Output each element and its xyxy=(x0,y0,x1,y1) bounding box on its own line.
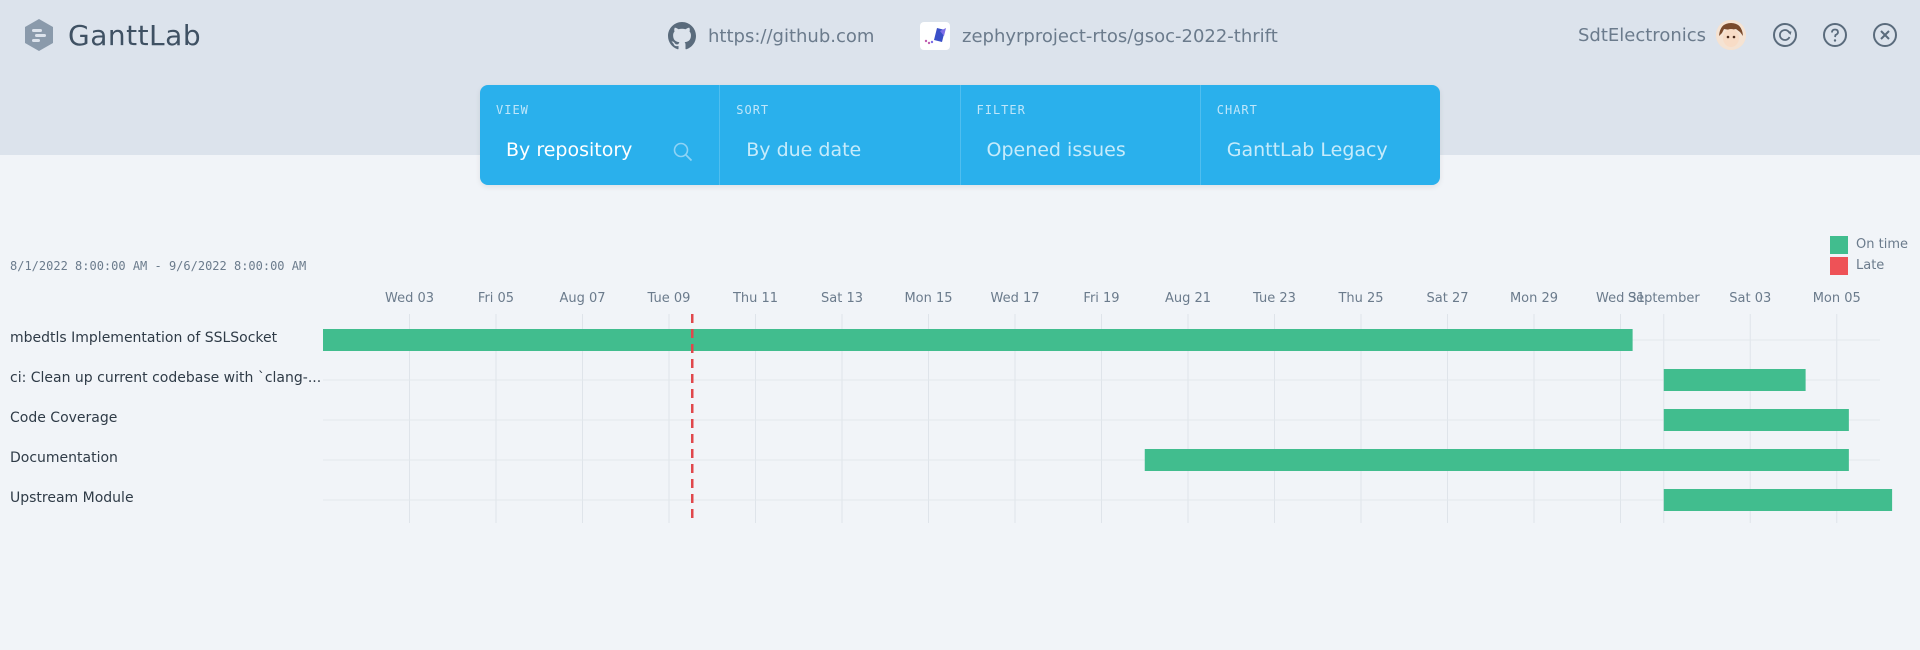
tick-label: Tue 23 xyxy=(1252,291,1296,306)
search-icon[interactable] xyxy=(672,141,694,163)
tick-label: Mon 05 xyxy=(1813,291,1861,306)
brand[interactable]: GanttLab xyxy=(24,18,201,52)
legend-label-late: Late xyxy=(1856,258,1885,273)
tick-label: Wed 03 xyxy=(385,291,434,306)
task-bar xyxy=(1144,449,1849,471)
avatar-image xyxy=(1716,20,1747,50)
options-toolbar: VIEW By repository SORT By due date FILT… xyxy=(480,85,1440,185)
source-url: https://github.com xyxy=(708,25,875,47)
legend-swatch-late xyxy=(1830,256,1848,275)
github-icon xyxy=(668,22,696,50)
repository-name: zephyrproject-rtos/gsoc-2022-thrift xyxy=(962,25,1278,47)
filter-value: Opened issues xyxy=(986,139,1126,161)
sort-selector[interactable]: SORT By due date xyxy=(720,85,961,185)
tick-label: September xyxy=(1628,291,1701,306)
tick-label: Sat 27 xyxy=(1427,291,1469,306)
date-range: 8/1/2022 8:00:00 AM - 9/6/2022 8:00:00 A… xyxy=(10,259,307,273)
repository-avatar xyxy=(920,22,950,50)
app-name: GanttLab xyxy=(68,18,202,52)
task-title[interactable]: mbedtls Implementation of SSLSocket xyxy=(10,330,277,346)
tick-label: Thu 25 xyxy=(1337,291,1383,306)
repository-logo-icon xyxy=(924,28,946,45)
tick-label: Sat 13 xyxy=(821,291,863,306)
chart-label: CHART xyxy=(1216,103,1258,117)
tick-label: Thu 11 xyxy=(732,291,778,306)
user-name: SdtElectronics xyxy=(1578,24,1707,46)
legend-item-on-time: On time xyxy=(1830,234,1908,255)
gantt-chart: Wed 03 Fri 05 Aug 07 Tue 09 Thu 11 Sat 13 Mon … xyxy=(0,280,1920,544)
tick-label: Fri 19 xyxy=(1083,291,1119,306)
tick-label: Tue 09 xyxy=(647,291,691,306)
help-icon[interactable] xyxy=(1822,22,1848,48)
chart-value: GanttLab Legacy xyxy=(1226,139,1388,161)
sort-label: SORT xyxy=(736,103,770,117)
close-icon[interactable] xyxy=(1872,22,1898,48)
filter-selector[interactable]: FILTER Opened issues xyxy=(961,85,1201,185)
legend-item-late: Late xyxy=(1830,255,1908,276)
task-bar xyxy=(1663,369,1806,391)
sort-value: By due date xyxy=(746,139,862,161)
task-bar xyxy=(323,329,1633,351)
task-title[interactable]: ci: Clean up current codebase with `clan… xyxy=(10,370,321,386)
tick-label: Aug 21 xyxy=(1165,291,1211,306)
tick-label: Mon 29 xyxy=(1510,291,1558,306)
tick-label: Aug 07 xyxy=(559,291,605,306)
view-value: By repository xyxy=(506,139,633,161)
user-menu[interactable]: SdtElectronics xyxy=(1578,20,1747,50)
gantt-svg: Wed 03 Fri 05 Aug 07 Tue 09 Thu 11 Sat 13 Mon … xyxy=(323,291,1893,523)
view-label: VIEW xyxy=(496,103,529,117)
task-bar xyxy=(1663,489,1893,511)
chart-selector[interactable]: CHART GanttLab Legacy xyxy=(1201,85,1440,185)
legend-swatch-on-time xyxy=(1830,235,1848,254)
user-avatar xyxy=(1716,20,1747,50)
tick-label: Fri 05 xyxy=(478,291,514,306)
task-title[interactable]: Code Coverage xyxy=(10,410,117,426)
task-title[interactable]: Documentation xyxy=(10,450,118,466)
source-link[interactable]: https://github.com xyxy=(668,22,874,50)
legend-label-on-time: On time xyxy=(1856,237,1908,252)
repository-link[interactable]: zephyrproject-rtos/gsoc-2022-thrift xyxy=(920,22,1278,50)
legend: On time Late xyxy=(1830,234,1908,276)
view-selector[interactable]: VIEW By repository xyxy=(480,85,721,185)
task-title[interactable]: Upstream Module xyxy=(10,490,134,506)
tick-label: Wed 17 xyxy=(990,291,1039,306)
refresh-icon[interactable] xyxy=(1772,22,1798,48)
tick-label: Sat 03 xyxy=(1729,291,1771,306)
ganttlab-logo-icon xyxy=(25,19,53,51)
tick-label: Mon 15 xyxy=(904,291,952,306)
task-bar xyxy=(1663,409,1849,431)
filter-label: FILTER xyxy=(976,103,1026,117)
